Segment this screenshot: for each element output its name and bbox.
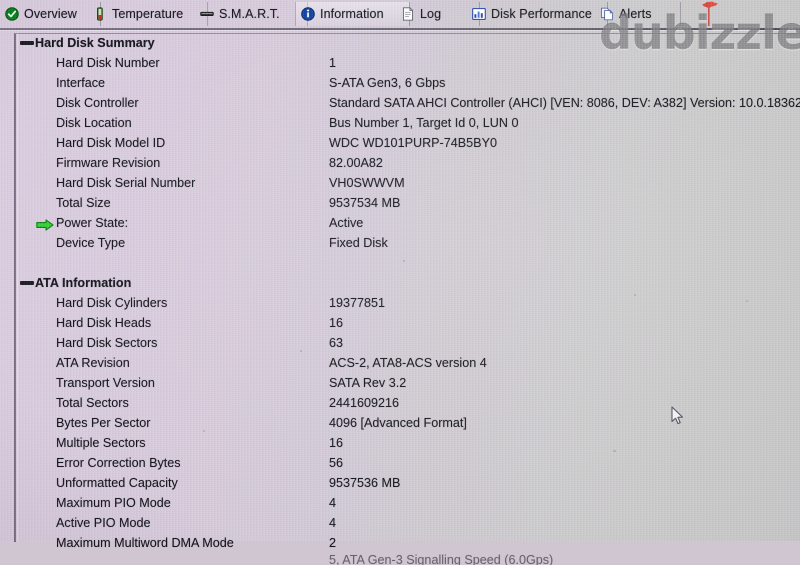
information-list: Hard Disk Summary Hard Disk Number 1 Interf… <box>0 33 800 565</box>
info-row-label: Multiple Sectors <box>56 436 146 450</box>
info-row-label: Hard Disk Heads <box>56 316 152 330</box>
info-row[interactable]: Interface S-ATA Gen3, 6 Gbps <box>0 73 800 93</box>
green-check-circle-icon <box>5 7 19 21</box>
info-row-value: 2441609216 <box>329 396 400 410</box>
info-row[interactable]: Hard Disk Cylinders 19377851 <box>0 293 800 313</box>
info-row[interactable]: Hard Disk Sectors 63 <box>0 333 800 353</box>
info-row-value: 19377851 <box>329 296 386 310</box>
info-row[interactable]: Transport Version SATA Rev 3.2 <box>0 373 800 393</box>
info-row-value: 82.00A82 <box>329 156 383 170</box>
info-row-value: 4096 [Advanced Format] <box>329 416 467 430</box>
info-row[interactable]: Hard Disk Model ID WDC WD101PURP-74B5BY0 <box>0 133 800 153</box>
info-row-value: 9537536 MB <box>329 476 401 490</box>
info-row-value: Standard SATA AHCI Controller (AHCI) [VE… <box>329 96 800 110</box>
tab-information[interactable]: Information <box>295 2 410 26</box>
info-row-value: 9537534 MB <box>329 196 401 210</box>
info-row[interactable]: Maximum PIO Mode 4 <box>0 493 800 513</box>
info-row-label: Hard Disk Sectors <box>56 336 158 350</box>
info-row-label: Total Size <box>56 196 111 210</box>
info-row-label: Maximum Multiword DMA Mode <box>56 536 234 550</box>
info-row-value: 4 <box>329 496 337 510</box>
info-row-value: 5, ATA Gen-3 Signalling Speed (6.0Gps) <box>329 553 554 565</box>
info-row[interactable]: Hard Disk Heads 16 <box>0 313 800 333</box>
info-row-value: VH0SWWVM <box>329 176 405 190</box>
info-row-value: S-ATA Gen3, 6 Gbps <box>329 76 446 90</box>
section-header-ata-information[interactable]: ATA Information <box>0 273 800 293</box>
info-row-value: 1 <box>329 56 337 70</box>
info-row-label: Power State: <box>56 216 129 230</box>
tab-disk-performance[interactable]: Disk Performance <box>467 2 608 26</box>
info-row-value: Fixed Disk <box>329 236 388 250</box>
info-row-value: ACS-2, ATA8-ACS version 4 <box>329 356 487 370</box>
info-row-label: Transport Version <box>56 376 155 390</box>
info-row-label: Hard Disk Number <box>56 56 160 70</box>
info-row-label: Disk Controller <box>56 96 139 110</box>
info-row[interactable]: Maximum Multiword DMA Mode 2 <box>0 533 800 553</box>
info-row[interactable]: ATA Revision ACS-2, ATA8-ACS version 4 <box>0 353 800 373</box>
bar-chart-icon <box>472 7 486 21</box>
blue-info-circle-icon <box>301 7 315 21</box>
info-row-label: Active PIO Mode <box>56 516 151 530</box>
info-row-label: Total Sectors <box>56 396 129 410</box>
watermark-flag-icon <box>701 0 719 26</box>
tab-temperature[interactable]: Temperature <box>88 2 208 26</box>
info-row-label: Maximum PIO Mode <box>56 496 171 510</box>
tab-label: Temperature <box>112 7 184 21</box>
info-row-label: Hard Disk Serial Number <box>56 176 196 190</box>
info-row-value: WDC WD101PURP-74B5BY0 <box>329 136 497 150</box>
info-row[interactable]: Disk Controller Standard SATA AHCI Contro… <box>0 93 800 113</box>
info-row-value: 16 <box>329 436 344 450</box>
tab-label: Log <box>420 7 442 21</box>
info-row-label: Firmware Revision <box>56 156 161 170</box>
green-arrow-icon <box>36 217 54 231</box>
tab-overview[interactable]: Overview <box>0 2 101 26</box>
info-row[interactable]: Active PIO Mode 4 <box>0 513 800 533</box>
tab-label: S.M.A.R.T. <box>219 7 280 21</box>
info-row[interactable]: Multiple Sectors 16 <box>0 433 800 453</box>
document-icon <box>401 7 415 21</box>
section-title: Hard Disk Summary <box>35 36 155 50</box>
thermometer-icon <box>93 7 107 21</box>
info-row[interactable]: Disk Location Bus Number 1, Target Id 0, … <box>0 113 800 133</box>
info-row-label: Disk Location <box>56 116 132 130</box>
smart-bar-icon <box>200 7 214 21</box>
info-row[interactable]: Firmware Revision 82.00A82 <box>0 153 800 173</box>
info-row-label: Hard Disk Model ID <box>56 136 166 150</box>
info-row-label: Unformatted Capacity <box>56 476 178 490</box>
info-row-value: 16 <box>329 316 344 330</box>
info-row-label: Hard Disk Cylinders <box>56 296 168 310</box>
section-title: ATA Information <box>35 276 132 290</box>
info-row-value: Active <box>329 216 364 230</box>
tab-s-m-a-r-t[interactable]: S.M.A.R.T. <box>195 2 308 26</box>
collapse-minus-icon[interactable] <box>20 281 34 285</box>
mouse-cursor-icon <box>671 406 684 425</box>
info-row-value: 2 <box>329 536 337 550</box>
info-row-value: 63 <box>329 336 344 350</box>
info-row[interactable]: Hard Disk Serial Number VH0SWWVM <box>0 173 800 193</box>
info-row[interactable]: Unformatted Capacity 9537536 MB <box>0 473 800 493</box>
info-row-value: 4 <box>329 516 337 530</box>
tab-label: Information <box>320 7 384 21</box>
info-row[interactable]: Total Size 9537534 MB <box>0 193 800 213</box>
info-row-value: Bus Number 1, Target Id 0, LUN 0 <box>329 116 519 130</box>
info-row-label: Error Correction Bytes <box>56 456 181 470</box>
collapse-minus-icon[interactable] <box>20 41 34 45</box>
info-row-value: SATA Rev 3.2 <box>329 376 407 390</box>
info-row[interactable]: Error Correction Bytes 56 <box>0 453 800 473</box>
tab-label: Disk Performance <box>491 7 592 21</box>
info-row[interactable]: Power State: Active <box>0 213 800 233</box>
tab-label: Overview <box>24 7 77 21</box>
info-row-label: Interface <box>56 76 106 90</box>
info-row[interactable]: Device Type Fixed Disk <box>0 233 800 253</box>
info-row-partial: 5, ATA Gen-3 Signalling Speed (6.0Gps) <box>0 553 800 565</box>
info-row-label: Bytes Per Sector <box>56 416 151 430</box>
info-row-label: ATA Revision <box>56 356 130 370</box>
watermark-text: dubizzle <box>599 6 800 60</box>
info-row-label: Device Type <box>56 236 126 250</box>
info-row-value: 56 <box>329 456 344 470</box>
